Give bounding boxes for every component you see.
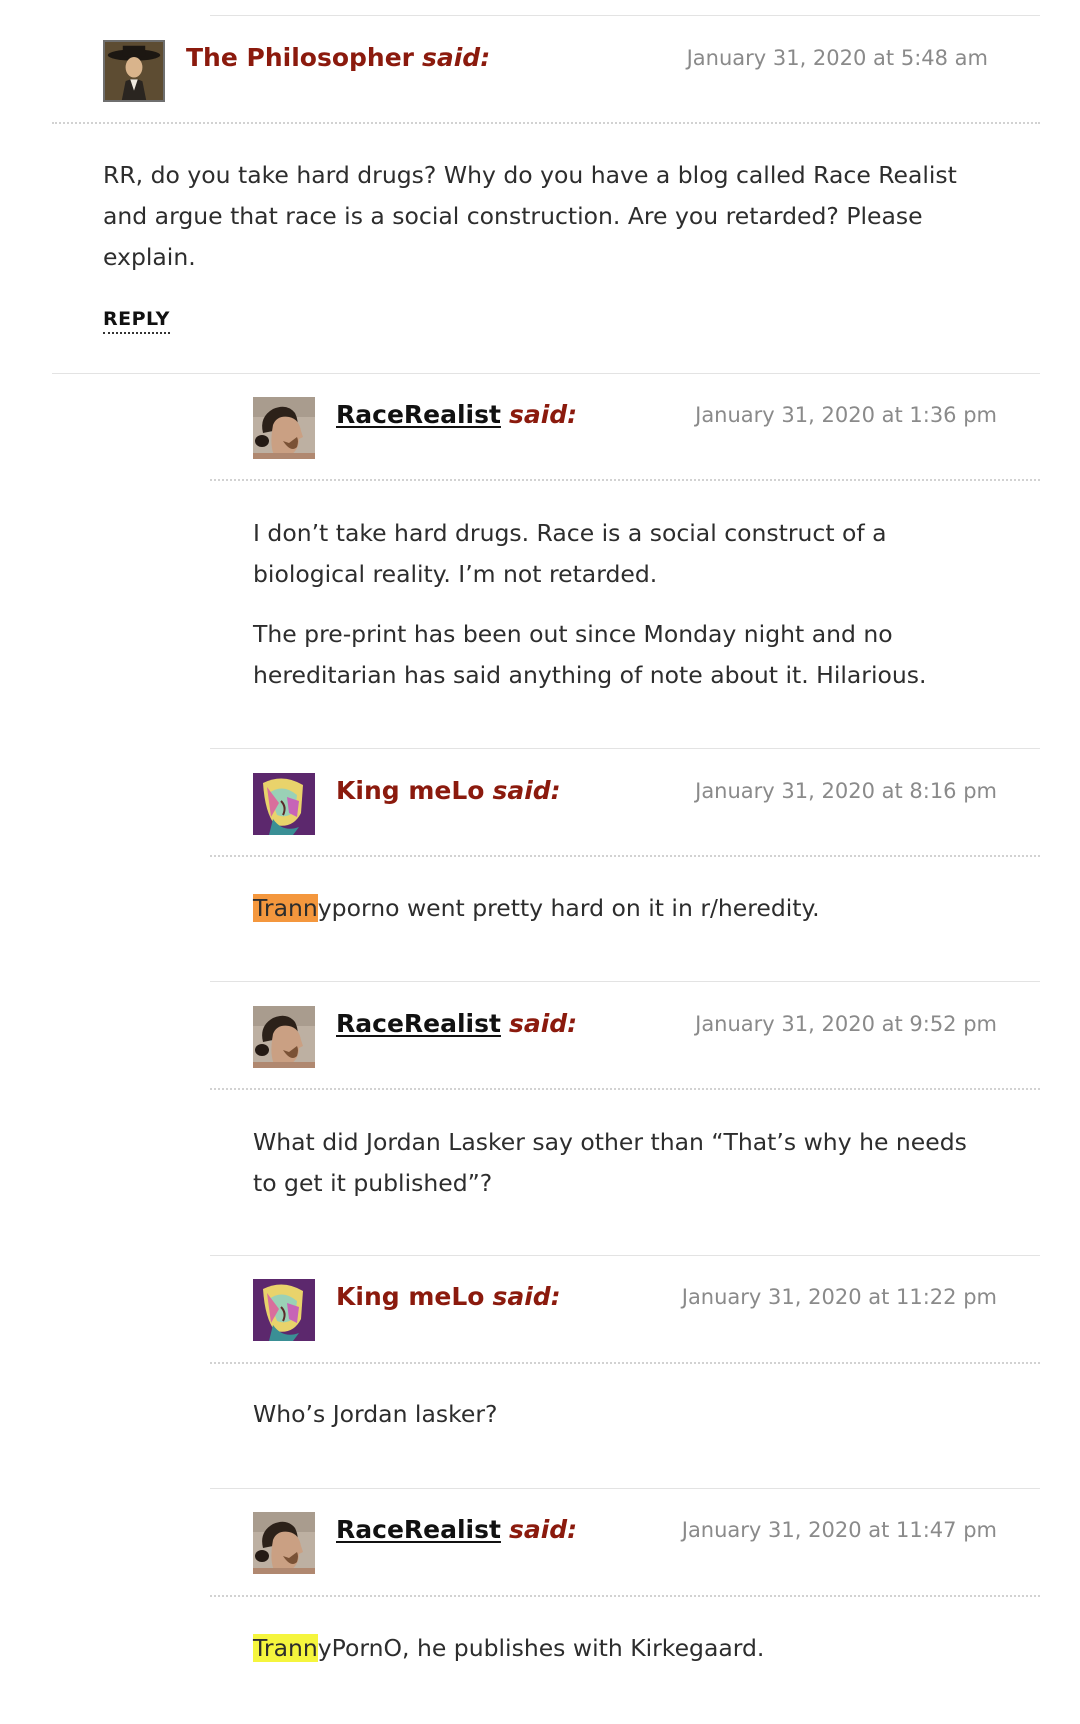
comment-author: RaceRealist said: (336, 1009, 577, 1039)
abstract-face-art (253, 773, 315, 835)
man-profile-photo (253, 1006, 315, 1068)
comment-body: TrannyPornO, he publishes with Kirkegaar… (253, 1628, 1013, 1669)
comment-author: The Philosopher said: (186, 43, 490, 73)
avatar (253, 1279, 315, 1341)
comment-paragraph: RR, do you take hard drugs? Why do you h… (103, 161, 957, 271)
portrait-hat-icon (105, 42, 163, 100)
comment-thread: The Philosopher said: January 31, 2020 at… (0, 0, 1080, 1724)
comment-divider (210, 15, 1040, 16)
author-name: King meLo (336, 776, 485, 805)
comment-divider (210, 1255, 1040, 1256)
comment-body: What did Jordan Lasker say other than “T… (253, 1122, 993, 1204)
author-link[interactable]: RaceRealist (336, 1515, 501, 1544)
header-divider (52, 122, 1040, 124)
comment-divider (52, 373, 1040, 374)
comment-body: RR, do you take hard drugs? Why do you h… (103, 155, 1003, 278)
comment-paragraph: Who’s Jordan lasker? (253, 1400, 498, 1428)
avatar (253, 1006, 315, 1068)
comment-body: Trannyporno went pretty hard on it in r/… (253, 888, 1013, 929)
header-divider (210, 479, 1040, 481)
header-divider (210, 1088, 1040, 1090)
comment-body: I don’t take hard drugs. Race is a socia… (253, 513, 973, 696)
author-name: The Philosopher (186, 43, 414, 72)
search-highlight: Trann (253, 894, 318, 922)
header-divider (210, 1362, 1040, 1364)
comment-paragraph: TrannyPornO, he publishes with Kirkegaar… (253, 1628, 1013, 1669)
header-divider (210, 1595, 1040, 1597)
comment-paragraph: Trannyporno went pretty hard on it in r/… (253, 888, 1013, 929)
man-profile-photo (253, 1512, 315, 1574)
comment-paragraph: What did Jordan Lasker say other than “T… (253, 1128, 967, 1197)
search-highlight: Trann (253, 1634, 318, 1662)
comment-timestamp[interactable]: January 31, 2020 at 11:47 pm (682, 1515, 997, 1545)
comment-timestamp[interactable]: January 31, 2020 at 11:22 pm (682, 1282, 997, 1312)
comment-text: yPornO, he publishes with Kirkegaard. (317, 1634, 765, 1662)
reply-button[interactable]: REPLY (103, 306, 170, 334)
author-link[interactable]: RaceRealist (336, 400, 501, 429)
avatar (253, 397, 315, 459)
comment-paragraph: I don’t take hard drugs. Race is a socia… (253, 519, 887, 588)
comment-divider (210, 1488, 1040, 1489)
header-divider (210, 855, 1040, 857)
author-link[interactable]: RaceRealist (336, 1009, 501, 1038)
man-profile-photo (253, 397, 315, 459)
said-label: said: (508, 1515, 578, 1544)
abstract-face-art (253, 1279, 315, 1341)
said-label: said: (508, 400, 578, 429)
said-label: said: (492, 1282, 561, 1311)
comment-divider (210, 981, 1040, 982)
comment-author: King meLo said: (336, 776, 561, 806)
said-label: said: (421, 43, 491, 72)
avatar (253, 773, 315, 835)
avatar (253, 1512, 315, 1574)
comment-body: Who’s Jordan lasker? (253, 1394, 993, 1435)
comment-divider (210, 748, 1040, 749)
comment-text: yporno went pretty hard on it in r/hered… (317, 894, 820, 922)
comment-timestamp[interactable]: January 31, 2020 at 5:48 am (687, 43, 988, 73)
comment-timestamp[interactable]: January 31, 2020 at 1:36 pm (695, 400, 997, 430)
comment-author: RaceRealist said: (336, 400, 577, 430)
said-label: said: (508, 1009, 578, 1038)
comment-timestamp[interactable]: January 31, 2020 at 9:52 pm (695, 1009, 997, 1039)
comment-timestamp[interactable]: January 31, 2020 at 8:16 pm (695, 776, 997, 806)
said-label: said: (492, 776, 561, 805)
comment-author: King meLo said: (336, 1282, 561, 1312)
comment-paragraph: The pre-print has been out since Monday … (253, 620, 927, 689)
comment-author: RaceRealist said: (336, 1515, 577, 1545)
author-name: King meLo (336, 1282, 485, 1311)
avatar (103, 40, 165, 102)
